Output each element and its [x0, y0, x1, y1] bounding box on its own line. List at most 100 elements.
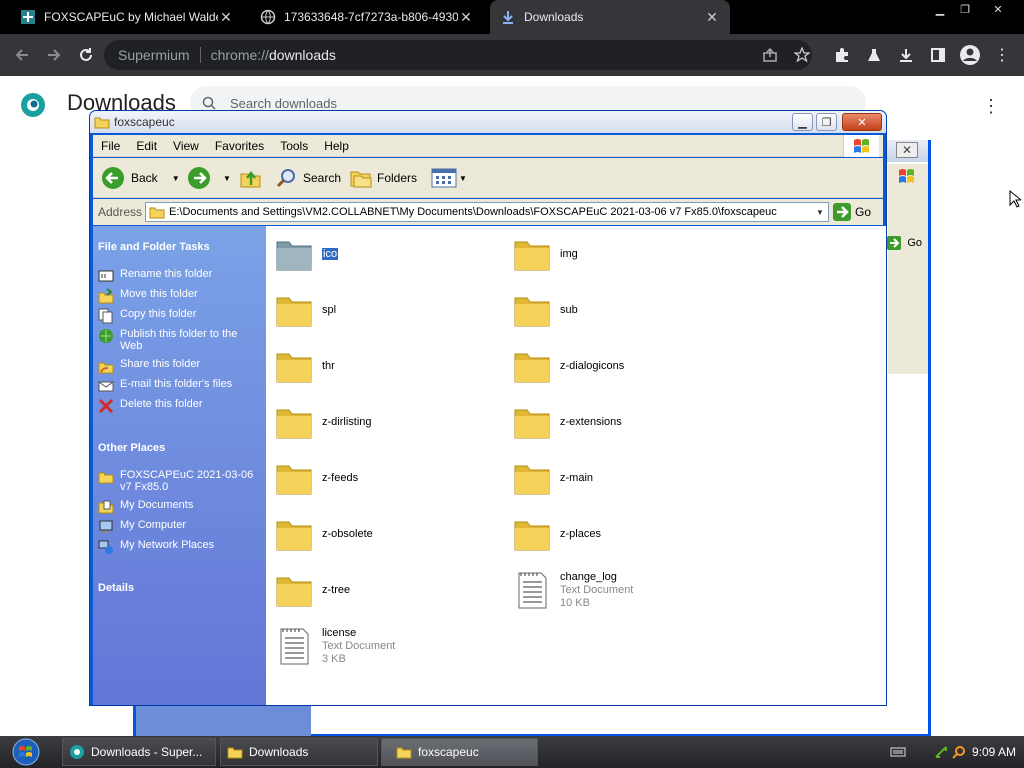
folders-icon: [349, 166, 373, 190]
start-button[interactable]: [8, 738, 44, 766]
menu-help[interactable]: Help: [316, 139, 357, 153]
clock[interactable]: 9:09 AM: [972, 745, 1016, 759]
place-my-documents[interactable]: My Documents: [98, 499, 258, 515]
folders-button[interactable]: Folders: [349, 166, 417, 190]
task-publish-web[interactable]: Publish this folder to the Web: [98, 328, 258, 352]
forward-button[interactable]: ▼: [187, 166, 231, 190]
file-name: z-dialogicons: [560, 360, 625, 372]
search-tray-icon[interactable]: [952, 745, 966, 759]
task-label: Publish this folder to the Web: [120, 328, 238, 352]
close-tab-icon[interactable]: ✕: [458, 9, 474, 25]
forward-dropdown-icon[interactable]: ▼: [223, 174, 231, 183]
text-document-icon: [274, 626, 314, 666]
network-tray-icon[interactable]: [934, 745, 948, 759]
tab-foxscapeuc[interactable]: FOXSCAPEuC by Michael Walden ✕: [10, 0, 244, 34]
close-tab-icon[interactable]: ✕: [218, 9, 234, 25]
keyboard-icon[interactable]: [890, 746, 906, 758]
profile-avatar-icon[interactable]: [958, 43, 982, 67]
place-my-computer[interactable]: My Computer: [98, 519, 258, 535]
views-dropdown-icon[interactable]: ▼: [459, 174, 467, 183]
folder-item-z-feeds[interactable]: z-feeds: [274, 454, 504, 502]
address-dropdown-icon[interactable]: ▼: [812, 203, 828, 221]
folder-item-z-main[interactable]: z-main: [512, 454, 742, 502]
folder-item-z-extensions[interactable]: z-extensions: [512, 398, 742, 446]
task-delete-folder[interactable]: Delete this folder: [98, 398, 258, 414]
browser-menu-icon[interactable]: ⋮: [990, 43, 1014, 67]
folder-item-z-dialogicons[interactable]: z-dialogicons: [512, 342, 742, 390]
place-network-places[interactable]: My Network Places: [98, 539, 258, 555]
maximize-button[interactable]: ❐: [816, 113, 837, 131]
folder-icon: [512, 514, 552, 554]
folder-item-ico[interactable]: ico: [274, 230, 504, 278]
share-icon: [98, 358, 114, 374]
folder-item-thr[interactable]: thr: [274, 342, 504, 390]
back-button[interactable]: Back ▼: [101, 166, 180, 190]
folder-item-z-obsolete[interactable]: z-obsolete: [274, 510, 504, 558]
share-page-icon[interactable]: [758, 43, 782, 67]
menu-favorites[interactable]: Favorites: [207, 139, 272, 153]
task-share-folder[interactable]: Share this folder: [98, 358, 258, 374]
taskbar-downloads-folder[interactable]: Downloads: [220, 738, 378, 766]
bookmark-star-icon[interactable]: [790, 43, 814, 67]
file-item-license[interactable]: license Text Document 3 KB: [274, 622, 504, 670]
place-label: My Computer: [120, 519, 187, 531]
go-button[interactable]: Go: [833, 202, 871, 222]
window-titlebar[interactable]: foxscapeuc ▁ ❐ ✕: [90, 111, 886, 133]
close-button[interactable]: ✕: [842, 113, 882, 131]
file-name: z-tree: [322, 584, 351, 596]
search-placeholder: Search downloads: [230, 95, 337, 111]
background-task-pane: [136, 706, 311, 737]
views-button[interactable]: ▼: [431, 166, 467, 190]
place-parent-folder[interactable]: FOXSCAPEuC 2021-03-06 v7 Fx85.0: [98, 469, 258, 493]
window-close-icon[interactable]: ✕: [983, 0, 1013, 18]
task-email-files[interactable]: E-mail this folder's files: [98, 378, 258, 394]
menu-file[interactable]: File: [93, 139, 128, 153]
background-go-button[interactable]: Go: [887, 232, 928, 254]
file-name: z-feeds: [322, 472, 359, 484]
explorer-window[interactable]: foxscapeuc ▁ ❐ ✕ File Edit View Favorite…: [89, 110, 887, 706]
other-places-header[interactable]: Other Places: [98, 442, 165, 454]
minimize-button[interactable]: ▁: [792, 113, 813, 131]
task-copy-folder[interactable]: Copy this folder: [98, 308, 258, 324]
folder-item-z-tree[interactable]: z-tree: [274, 566, 504, 614]
folder-item-img[interactable]: img: [512, 230, 742, 278]
search-button[interactable]: Search: [275, 166, 341, 190]
file-name: z-main: [560, 472, 594, 484]
side-panel-icon[interactable]: [926, 43, 950, 67]
omnibox-separator: [199, 47, 201, 63]
close-tab-icon[interactable]: ✕: [704, 9, 720, 25]
folder-item-spl[interactable]: spl: [274, 286, 504, 334]
browser-toolbar: Supermium chrome://downloads ⋮: [0, 34, 1024, 76]
labs-flask-icon[interactable]: [862, 43, 886, 67]
menu-tools[interactable]: Tools: [272, 139, 316, 153]
taskbar-downloads-browser[interactable]: Downloads - Super...: [62, 738, 216, 766]
file-folder-tasks-header[interactable]: File and Folder Tasks: [98, 241, 210, 253]
toolbar-download-icon[interactable]: [894, 43, 918, 67]
up-folder-button[interactable]: [239, 166, 263, 190]
menu-view[interactable]: View: [165, 139, 207, 153]
address-input[interactable]: E:\Documents and Settings\VM2.COLLABNET\…: [145, 202, 829, 222]
folder-item-sub[interactable]: sub: [512, 286, 742, 334]
back-arrow-icon[interactable]: [10, 43, 34, 67]
forward-arrow-icon[interactable]: [42, 43, 66, 67]
task-rename-folder[interactable]: Rename this folder: [98, 268, 258, 284]
file-item-change-log[interactable]: change_log Text Document 10 KB: [512, 566, 742, 614]
taskbar-label: Downloads: [249, 745, 309, 759]
folder-item-z-places[interactable]: z-places: [512, 510, 742, 558]
more-actions-icon[interactable]: ⋮: [982, 96, 1000, 116]
task-move-folder[interactable]: Move this folder: [98, 288, 258, 304]
extensions-icon[interactable]: [830, 43, 854, 67]
tab-image[interactable]: 173633648-7cf7273a-b806-4930- ✕: [250, 0, 484, 34]
background-close-icon[interactable]: ✕: [896, 142, 918, 158]
details-header[interactable]: Details: [98, 582, 134, 594]
back-arrow-icon: [101, 166, 125, 190]
back-dropdown-icon[interactable]: ▼: [172, 174, 180, 183]
reload-icon[interactable]: [74, 43, 98, 67]
folder-icon: [274, 570, 314, 610]
restore-icon[interactable]: ❐: [950, 0, 980, 18]
menu-edit[interactable]: Edit: [128, 139, 165, 153]
address-bar[interactable]: Supermium chrome://downloads: [104, 40, 812, 70]
tab-downloads[interactable]: Downloads ✕: [490, 0, 730, 34]
taskbar-foxscapeuc[interactable]: foxscapeuc: [381, 738, 538, 766]
folder-item-z-dirlisting[interactable]: z-dirlisting: [274, 398, 504, 446]
